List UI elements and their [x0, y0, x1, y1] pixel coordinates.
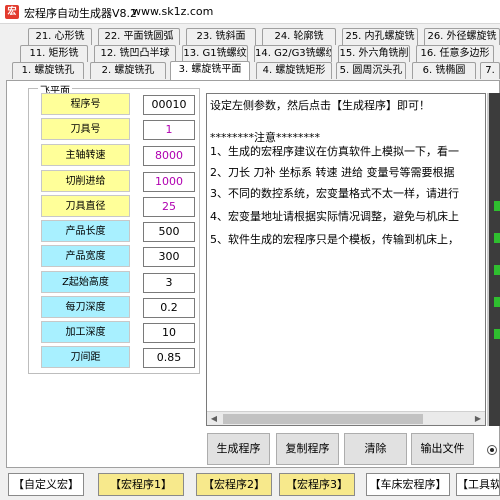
input-tool-number[interactable]: 1: [143, 120, 195, 140]
scroll-right-icon[interactable]: ▶: [471, 412, 485, 426]
label-z-start-height: Z起始高度: [41, 271, 130, 293]
output-line: 2、刀长 刀补 坐标系 转速 进给 变量号等需要根据: [210, 166, 455, 179]
tab-outer-helical[interactable]: 26. 外径螺旋铣: [424, 28, 500, 45]
input-spindle-speed[interactable]: 8000: [143, 146, 195, 166]
tab-slope-mill[interactable]: 23. 铣斜面: [186, 28, 256, 45]
tab-helical-hole-1[interactable]: 1. 螺旋铣孔: [12, 62, 84, 79]
copy-program-button[interactable]: 复制程序: [276, 433, 339, 465]
scroll-left-icon[interactable]: ◀: [207, 412, 221, 426]
tab-heart-mill[interactable]: 21. 心形铣: [28, 28, 92, 45]
clear-button[interactable]: 清除: [344, 433, 407, 465]
tab-hexagon-mill[interactable]: 15. 外六角铣削: [338, 45, 410, 62]
tab-helical-hole-2[interactable]: 2. 螺旋铣孔: [90, 62, 166, 79]
tab-polygon[interactable]: 16. 任意多边形: [416, 45, 494, 62]
output-line: 5、软件生成的宏程序只是个模板，传输到机床上，: [210, 233, 459, 246]
export-file-button[interactable]: 输出文件: [411, 433, 474, 465]
input-tool-diameter[interactable]: 25: [143, 197, 195, 217]
input-step-over[interactable]: 0.85: [143, 348, 195, 368]
label-depth-per-cut: 每刀深度: [41, 296, 130, 318]
tab-more[interactable]: 7.: [480, 62, 500, 79]
tab-inner-hole-helical[interactable]: 25. 内孔螺旋铣: [342, 28, 418, 45]
label-spindle-speed: 主轴转速: [41, 144, 130, 166]
tab-ellipse[interactable]: 6. 铣椭圆: [412, 62, 476, 79]
generate-program-button[interactable]: 生成程序: [207, 433, 270, 465]
input-depth-per-cut[interactable]: 0.2: [143, 298, 195, 318]
tab-rect-mill[interactable]: 11. 矩形铣: [20, 45, 88, 62]
label-feed-rate: 切削进给: [41, 170, 130, 192]
lathe-macro-button[interactable]: 【车床宏程序】: [366, 473, 450, 496]
input-machining-depth[interactable]: 10: [143, 323, 195, 343]
macro-program-3-button[interactable]: 【宏程序3】: [279, 473, 355, 496]
input-z-start-height[interactable]: 3: [143, 273, 195, 293]
output-line: 1、生成的宏程序建议在仿真软件上模拟一下，看一: [210, 145, 459, 158]
tab-arc-face-mill[interactable]: 22. 平面铣圆弧: [98, 28, 180, 45]
macro-program-1-button[interactable]: 【宏程序1】: [98, 473, 184, 496]
input-program-number[interactable]: 00010: [143, 95, 195, 115]
scroll-thumb[interactable]: [223, 414, 423, 424]
title-bar: 宏 宏程序自动生成器V8.2 www.sk1z.com: [0, 0, 500, 24]
preview-mark: [494, 329, 500, 339]
tab-g1-thread[interactable]: 13. G1铣螺纹: [182, 45, 248, 62]
custom-macro-button[interactable]: 【自定义宏】: [8, 473, 84, 496]
tab-hemisphere-mill[interactable]: 12. 铣凹凸半球: [94, 45, 176, 62]
program-output-textarea[interactable]: 设定左侧参数，然后点击【生成程序】即可！ ********注意******** …: [206, 93, 486, 426]
label-tool-diameter: 刀具直径: [41, 195, 130, 217]
preview-mark: [494, 265, 500, 275]
preview-mark: [494, 297, 500, 307]
preview-mark: [494, 233, 500, 243]
input-feed-rate[interactable]: 1000: [143, 172, 195, 192]
output-line: 3、不同的数控系统，宏变量格式不太一样，请进行: [210, 187, 459, 200]
output-line: 设定左侧参数，然后点击【生成程序】即可！: [210, 99, 430, 112]
option-radio[interactable]: [487, 445, 497, 455]
input-product-width[interactable]: 300: [143, 247, 195, 267]
tab-helical-face[interactable]: 3. 螺旋铣平面: [170, 61, 250, 80]
tab-helical-rect[interactable]: 4. 螺旋铣矩形: [256, 62, 332, 79]
window-url: www.sk1z.com: [132, 5, 214, 18]
preview-mark: [494, 201, 500, 211]
label-step-over: 刀间距: [41, 346, 130, 368]
tab-g2g3-thread[interactable]: 14. G2/G3铣螺纹: [254, 45, 332, 62]
label-program-number: 程序号: [41, 93, 130, 115]
app-icon: 宏: [5, 5, 19, 19]
macro-program-2-button[interactable]: 【宏程序2】: [196, 473, 272, 496]
output-line: 4、宏变量地址请根据实际情况调整，避免与机床上: [210, 210, 459, 223]
label-product-width: 产品宽度: [41, 245, 130, 267]
label-machining-depth: 加工深度: [41, 321, 130, 343]
input-product-length[interactable]: 500: [143, 222, 195, 242]
tool-software-button[interactable]: 【工具软: [456, 473, 500, 496]
window-title: 宏程序自动生成器V8.2: [24, 7, 138, 20]
tab-circle-counterbore[interactable]: 5. 圆周沉头孔: [336, 62, 406, 79]
horizontal-scrollbar[interactable]: ◀ ▶: [207, 411, 485, 425]
tab-contour-mill[interactable]: 24. 轮廓铣: [262, 28, 336, 45]
label-product-length: 产品长度: [41, 220, 130, 242]
toolpath-preview: [487, 93, 500, 426]
label-tool-number: 刀具号: [41, 118, 130, 140]
